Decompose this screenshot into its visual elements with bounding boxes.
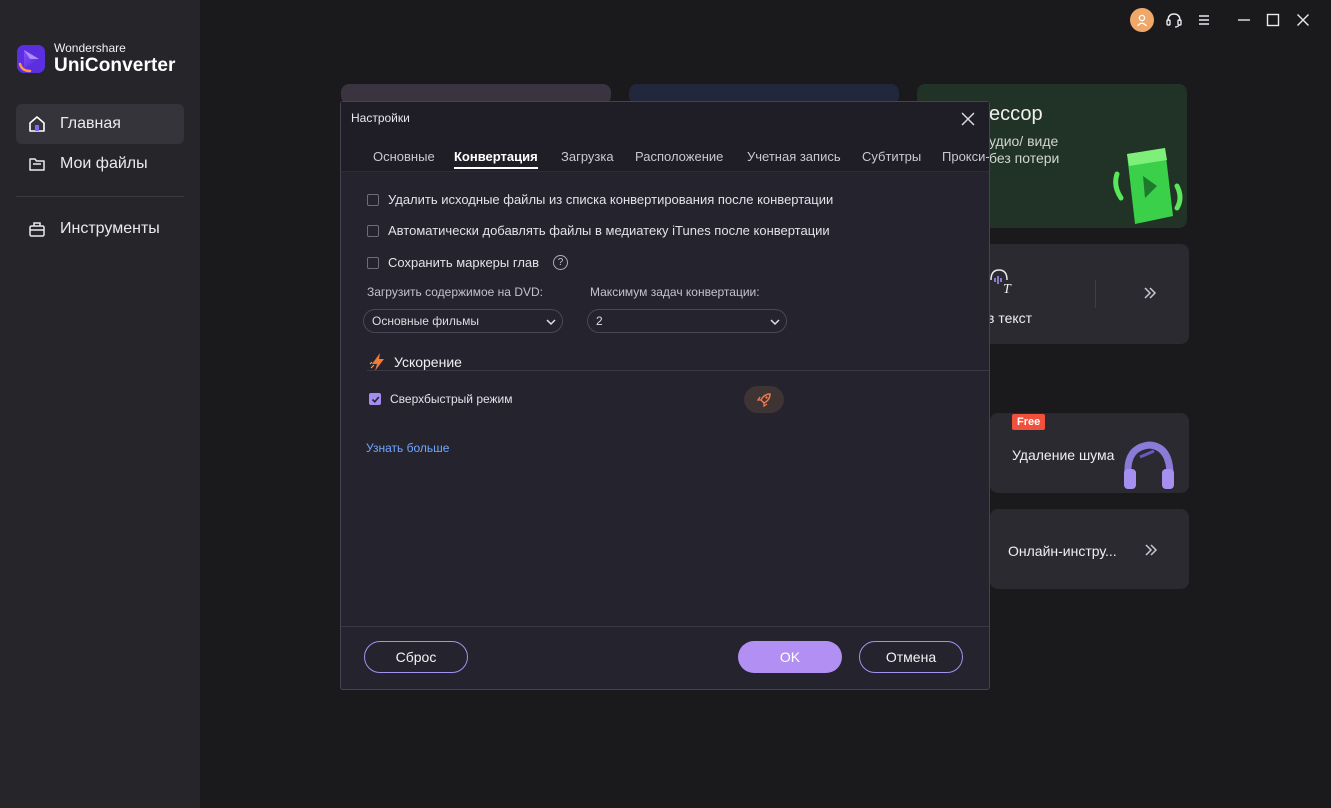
- chevron-down-icon: [770, 319, 780, 326]
- ok-button[interactable]: OK: [738, 641, 842, 673]
- checkbox[interactable]: [367, 256, 379, 269]
- card-divider: [1095, 280, 1096, 308]
- close-icon: [1297, 14, 1309, 26]
- home-icon: [29, 116, 45, 132]
- dialog-footer: Сброс OK Отмена: [341, 626, 989, 689]
- user-icon: [1136, 14, 1148, 27]
- lightning-icon: [369, 353, 384, 371]
- rocket-icon: [756, 392, 771, 407]
- option-keep-chapter-markers[interactable]: Сохранить маркеры глав ?: [367, 255, 569, 270]
- sidebar-divider: [16, 196, 184, 197]
- chevron-down-icon: [546, 319, 556, 326]
- uniconverter-logo-icon: [17, 44, 45, 73]
- cancel-button[interactable]: Отмена: [859, 641, 963, 673]
- option-label: Сохранить маркеры глав: [388, 255, 540, 270]
- section-divider: [367, 370, 989, 371]
- section-title-text: Ускорение: [394, 354, 462, 370]
- brand-small: Wondershare: [54, 41, 126, 55]
- sidebar-item-my-files[interactable]: Мои файлы: [16, 144, 184, 184]
- dvd-content-select[interactable]: Основные фильмы: [363, 309, 563, 333]
- turbo-mode-button[interactable]: [744, 386, 784, 413]
- maximize-button[interactable]: [1261, 8, 1285, 32]
- tab-proxy[interactable]: Прокси-: [942, 149, 989, 164]
- option-add-to-itunes[interactable]: Автоматически добавлять файлы в медиатек…: [367, 223, 830, 238]
- reset-button[interactable]: Сброс: [364, 641, 468, 673]
- compressor-desc-2: без потери: [989, 150, 1060, 166]
- dialog-header: Настройки Основные Конвертация Загрузка …: [341, 102, 989, 172]
- help-icon[interactable]: ?: [553, 255, 569, 270]
- settings-tabs: Основные Конвертация Загрузка Расположен…: [341, 149, 989, 171]
- option-label: Сверхбыстрый режим: [390, 392, 513, 406]
- maximize-icon: [1266, 13, 1280, 27]
- option-delete-source[interactable]: Удалить исходные файлы из списка конверт…: [367, 192, 833, 207]
- checkbox[interactable]: [367, 193, 379, 206]
- sidebar-item-label: Мои файлы: [60, 155, 148, 172]
- dialog-title: Настройки: [351, 111, 410, 125]
- free-badge: Free: [1012, 414, 1046, 430]
- checkbox[interactable]: [367, 224, 379, 237]
- tab-location[interactable]: Расположение: [635, 149, 723, 164]
- noise-removal-card[interactable]: Free Удаление шума: [990, 413, 1189, 493]
- toolbox-icon: [29, 222, 45, 237]
- settings-dialog: Настройки Основные Конвертация Загрузка …: [340, 101, 990, 690]
- option-label: Удалить исходные файлы из списка конверт…: [388, 192, 834, 207]
- select-value: Основные фильмы: [372, 314, 479, 328]
- noise-removal-label: Удаление шума: [1012, 447, 1115, 463]
- compressor-title: ессор: [989, 103, 1043, 125]
- speech-to-text-label: в текст: [987, 310, 1033, 326]
- sidebar: Wondershare UniConverter Главная Мои фай…: [0, 0, 200, 808]
- sidebar-item-label: Главная: [60, 115, 121, 132]
- app-logo: Wondershare UniConverter: [16, 42, 176, 75]
- speech-icon-letter: T: [1003, 282, 1011, 297]
- checkbox-checked[interactable]: [369, 393, 381, 405]
- compressor-desc-1: удио/ виде: [989, 133, 1059, 149]
- sidebar-item-tools[interactable]: Инструменты: [16, 209, 184, 249]
- option-turbo-mode[interactable]: Сверхбыстрый режим: [369, 392, 513, 406]
- brand-name: UniConverter: [54, 55, 176, 76]
- compressor-illustration-icon: [1113, 148, 1183, 224]
- tab-download[interactable]: Загрузка: [561, 149, 614, 164]
- select-value: 2: [596, 314, 603, 328]
- dvd-label: Загрузить содержимое на DVD:: [367, 285, 543, 299]
- sidebar-item-home[interactable]: Главная: [16, 104, 184, 144]
- user-avatar[interactable]: [1130, 8, 1154, 32]
- sidebar-item-label: Инструменты: [60, 220, 160, 237]
- headphones-illustration-icon: [1124, 441, 1174, 489]
- online-tools-card[interactable]: Онлайн-инстру...: [990, 509, 1189, 589]
- menu-icon: [1199, 15, 1209, 25]
- tab-account[interactable]: Учетная запись: [747, 149, 841, 164]
- check-icon: [371, 395, 379, 403]
- option-label: Автоматически добавлять файлы в медиатек…: [388, 223, 830, 238]
- acceleration-section-title: Ускорение: [369, 352, 462, 372]
- tab-general[interactable]: Основные: [373, 149, 435, 164]
- tab-subtitles[interactable]: Субтитры: [862, 149, 921, 164]
- double-chevron-right-icon[interactable]: [1143, 286, 1157, 300]
- minimize-icon: [1238, 19, 1250, 21]
- online-tools-label: Онлайн-инстру...: [1008, 543, 1117, 559]
- close-window-button[interactable]: [1291, 8, 1315, 32]
- close-icon[interactable]: [959, 110, 977, 128]
- menu-button[interactable]: [1192, 8, 1216, 32]
- minimize-button[interactable]: [1232, 8, 1256, 32]
- max-tasks-select[interactable]: 2: [587, 309, 787, 333]
- headset-icon: [1166, 13, 1182, 28]
- folder-icon: [29, 158, 45, 171]
- learn-more-link[interactable]: Узнать больше: [366, 441, 449, 455]
- max-tasks-label: Максимум задач конвертации:: [590, 285, 760, 299]
- tab-conversion[interactable]: Конвертация: [454, 149, 538, 169]
- double-chevron-right-icon[interactable]: [1144, 543, 1158, 557]
- support-button[interactable]: [1162, 8, 1186, 32]
